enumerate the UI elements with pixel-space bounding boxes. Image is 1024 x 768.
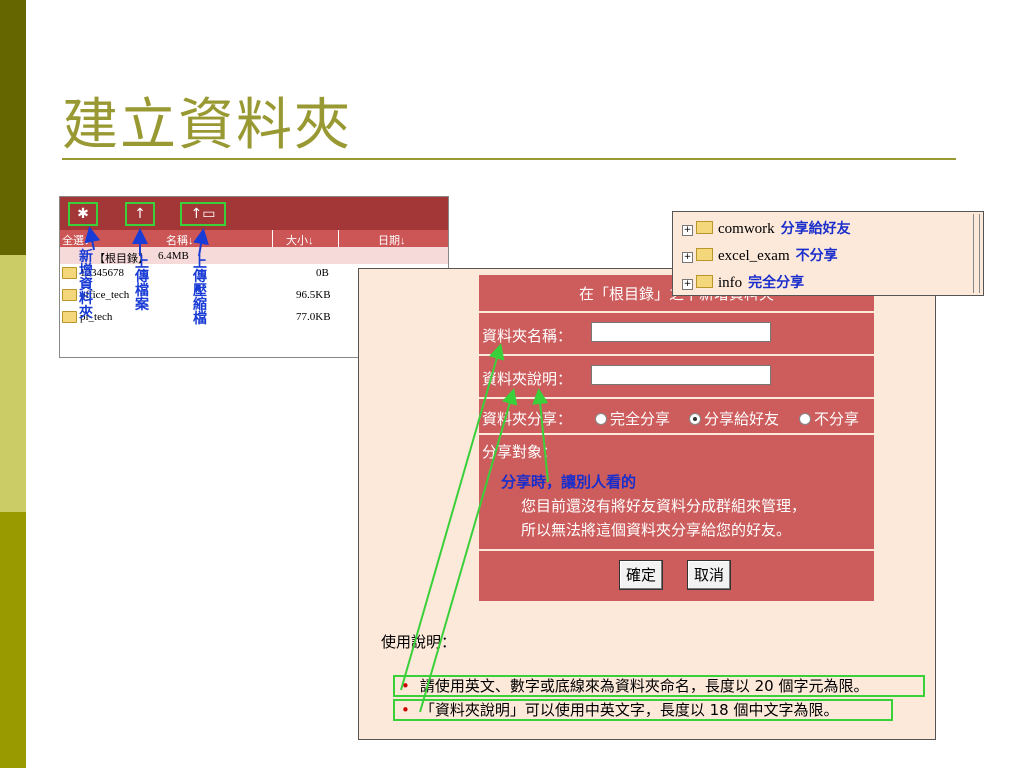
arrow-to-name <box>400 343 505 691</box>
arrow-new-folder <box>84 226 101 251</box>
arrow-hint <box>532 388 549 483</box>
annotation-arrows <box>84 226 549 713</box>
arrow-to-desc <box>419 388 518 713</box>
arrow-upload-archive <box>193 228 209 257</box>
